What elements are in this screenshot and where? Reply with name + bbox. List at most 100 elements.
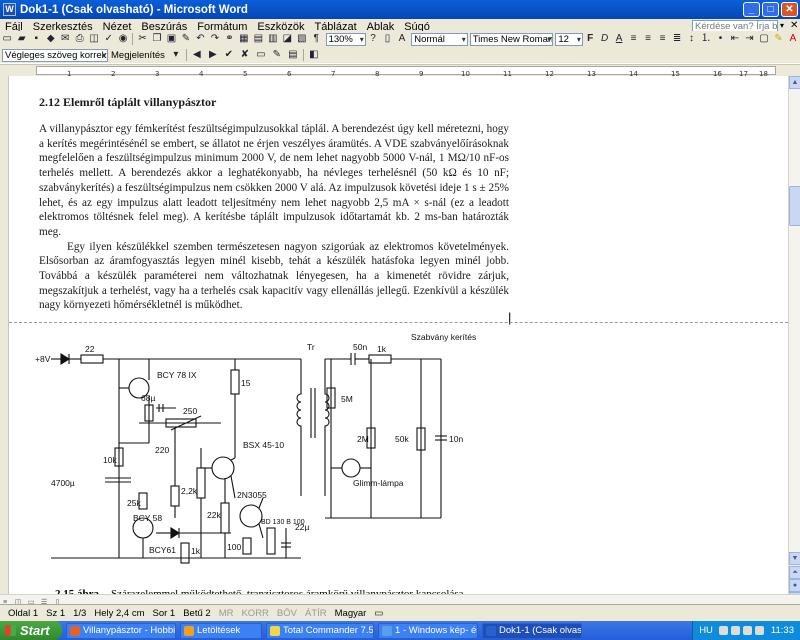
help-icon[interactable]: ?: [366, 32, 380, 46]
taskbar-item[interactable]: Letöltések: [180, 622, 262, 639]
show-hide-icon[interactable]: ¶: [309, 32, 323, 46]
word-app-icon[interactable]: W: [3, 3, 16, 16]
paste-icon[interactable]: ▣: [164, 32, 178, 46]
standard-toolbar: ▭ ▰ ▪ ◆ ✉ ⎙ ◫ ✓ ◉ ✂ ❐ ▣ ✎ ↶ ↷ ⚭ ▦ ▤ ▥ ◪ …: [0, 31, 800, 47]
copy-icon[interactable]: ❐: [150, 32, 164, 46]
email-icon[interactable]: ✉: [58, 32, 72, 46]
title-bar[interactable]: W Dok1-1 (Csak olvasható) - Microsoft Wo…: [0, 0, 800, 19]
vertical-ruler[interactable]: [0, 76, 9, 604]
paragraph: Egy ilyen készülékkel szemben természete…: [39, 240, 509, 312]
taskbar-item-label: Letöltések: [197, 624, 241, 636]
font-color-icon[interactable]: A: [786, 32, 800, 46]
redo-icon[interactable]: ↷: [208, 32, 222, 46]
document-area[interactable]: 2.12 Elemről táplált villanypásztor A vi…: [9, 76, 788, 604]
accept-change-icon[interactable]: ✔: [221, 48, 237, 62]
network-icon[interactable]: [718, 626, 728, 635]
doc-map-icon[interactable]: ▧: [295, 32, 309, 46]
status-trk[interactable]: KORR: [241, 608, 268, 619]
taskbar-item[interactable]: Total Commander 7.5...: [266, 622, 374, 639]
clock[interactable]: 11:33: [771, 625, 794, 636]
update-icon[interactable]: [754, 626, 764, 635]
previous-change-icon[interactable]: ◀: [189, 48, 205, 62]
next-change-icon[interactable]: ▶: [205, 48, 221, 62]
start-label: Start: [20, 623, 50, 638]
insert-table-icon[interactable]: ▤: [251, 32, 265, 46]
spelling-icon[interactable]: ✓: [101, 32, 115, 46]
border-icon[interactable]: ▢: [757, 32, 771, 46]
reject-change-icon[interactable]: ✘: [237, 48, 253, 62]
bullets-icon[interactable]: •: [713, 32, 727, 46]
underline-icon[interactable]: A: [612, 32, 626, 46]
horizontal-ruler[interactable]: 1 2 3 4 5 6 7 8 9 10 11 12 13 14 15 16 1…: [0, 64, 800, 78]
numbering-icon[interactable]: ⒈: [699, 32, 713, 46]
undo-icon[interactable]: ↶: [193, 32, 207, 46]
save-icon[interactable]: ▪: [29, 32, 43, 46]
taskbar-item-active[interactable]: Dok1-1 (Csak olvasha...: [482, 622, 582, 639]
highlight-icon[interactable]: ✎: [771, 32, 785, 46]
scroll-thumb[interactable]: [789, 186, 800, 226]
line-spacing-icon[interactable]: ↕: [684, 32, 698, 46]
drawing-toolbar-icon[interactable]: ◧: [306, 48, 322, 62]
input-section: [51, 353, 301, 365]
open-icon[interactable]: ▰: [14, 32, 28, 46]
close-button[interactable]: ✕: [781, 2, 798, 17]
scroll-up-icon[interactable]: ▲: [789, 76, 800, 89]
scroll-down-icon[interactable]: ▼: [789, 552, 800, 565]
taskbar-item-label: Dok1-1 (Csak olvasha...: [499, 624, 582, 636]
volume-icon[interactable]: [730, 626, 740, 635]
status-rec[interactable]: MR: [219, 608, 234, 619]
doc-close-icon[interactable]: ✕: [790, 20, 798, 31]
track-changes-icon[interactable]: ✎: [269, 48, 285, 62]
font-size-select[interactable]: 12: [555, 32, 583, 46]
label-t3: BCY 58: [133, 513, 162, 523]
align-right-icon[interactable]: ≡: [655, 32, 669, 46]
font-select[interactable]: Times New Roman: [469, 32, 554, 46]
taskbar-item[interactable]: Villanypásztor - Hobbi...: [66, 622, 176, 639]
label-c4700: 4700µ: [51, 478, 75, 488]
increase-indent-icon[interactable]: ⇥: [742, 32, 756, 46]
format-painter-icon[interactable]: ✎: [179, 32, 193, 46]
new-comment-icon[interactable]: ▭: [253, 48, 269, 62]
vertical-scrollbar[interactable]: ▲ ▼ ⏶ ● ⏷: [788, 76, 800, 605]
hyperlink-icon[interactable]: ⚭: [222, 32, 236, 46]
bold-icon[interactable]: F: [583, 32, 597, 46]
styles-icon[interactable]: A: [395, 32, 409, 46]
start-button[interactable]: Start: [0, 621, 62, 640]
permission-icon[interactable]: ◆: [43, 32, 57, 46]
reviewing-pane-icon[interactable]: ▤: [285, 48, 301, 62]
ask-dropdown-icon[interactable]: ▾: [780, 21, 784, 30]
italic-icon[interactable]: D: [597, 32, 611, 46]
language-indicator[interactable]: HU: [699, 625, 713, 636]
align-left-icon[interactable]: ≡: [626, 32, 640, 46]
section-heading: 2.12 Elemről táplált villanypásztor: [39, 95, 217, 109]
minimize-button[interactable]: _: [743, 2, 760, 17]
taskbar-item[interactable]: 1 - Windows kép- és f...: [378, 622, 478, 639]
new-doc-icon[interactable]: ▭: [0, 32, 14, 46]
cut-icon[interactable]: ✂: [135, 32, 149, 46]
spelling-status-icon[interactable]: ▭: [374, 608, 383, 619]
maximize-button[interactable]: □: [762, 2, 779, 17]
table-icon[interactable]: ▦: [237, 32, 251, 46]
chevron-down-icon[interactable]: ▾: [168, 48, 184, 62]
read-icon[interactable]: ▯: [380, 32, 394, 46]
horizontal-scrollbar[interactable]: ≡ ◫ ▭ ☰ ▯: [0, 594, 800, 606]
show-menu[interactable]: Megjelenítés: [111, 50, 165, 61]
status-position: Hely 2,4 cm: [94, 607, 145, 619]
print-preview-icon[interactable]: ◫: [87, 32, 101, 46]
print-icon[interactable]: ⎙: [72, 32, 86, 46]
display-for-review-select[interactable]: Végleges szöveg korrektúrával: [2, 48, 108, 62]
previous-page-icon[interactable]: ⏶: [789, 566, 800, 579]
research-icon[interactable]: ◉: [116, 32, 130, 46]
zoom-select[interactable]: 130%: [325, 32, 366, 46]
drawing-icon[interactable]: ◪: [280, 32, 294, 46]
decrease-indent-icon[interactable]: ⇤: [728, 32, 742, 46]
style-select[interactable]: Normál: [411, 32, 468, 46]
status-ovr[interactable]: ÁTÍR: [305, 608, 327, 619]
align-center-icon[interactable]: ≡: [641, 32, 655, 46]
browse-object-icon[interactable]: ●: [789, 579, 800, 592]
columns-icon[interactable]: ▥: [266, 32, 280, 46]
security-icon[interactable]: [742, 626, 752, 635]
firefox-icon: [70, 625, 80, 636]
status-ext[interactable]: BŐV: [277, 608, 297, 619]
justify-icon[interactable]: ≣: [670, 32, 684, 46]
